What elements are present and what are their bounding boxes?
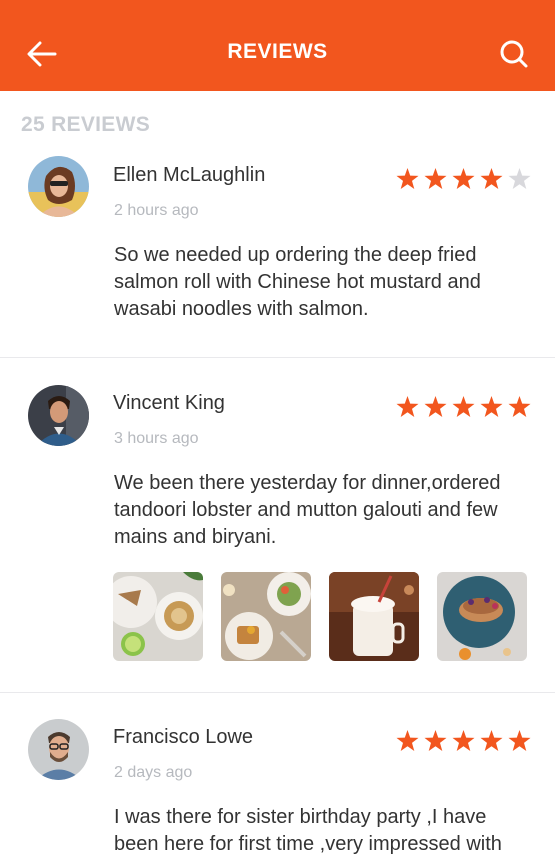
review-time: 2 days ago	[114, 764, 193, 781]
review-text: So we needed up ordering the deep fried …	[114, 244, 481, 320]
star-filled-icon	[396, 168, 419, 189]
star-filled-icon	[480, 396, 503, 417]
star-rating	[396, 168, 531, 190]
divider	[0, 692, 555, 693]
star-filled-icon	[452, 396, 475, 417]
star-filled-icon	[396, 730, 419, 751]
review-text: I was there for sister birthday party ,I…	[114, 806, 502, 855]
review-text: We been there yesterday for dinner,order…	[114, 472, 501, 548]
star-filled-icon	[424, 168, 447, 189]
page-title: REVIEWS	[227, 40, 328, 63]
reviews-count: 25 REVIEWS	[21, 113, 151, 136]
star-filled-icon	[452, 168, 475, 189]
search-button[interactable]	[498, 38, 530, 70]
star-rating	[396, 730, 531, 752]
avatar[interactable]	[28, 156, 89, 217]
star-filled-icon	[480, 730, 503, 751]
reviewer-name: Francisco Lowe	[113, 726, 254, 748]
star-filled-icon	[396, 396, 419, 417]
review-time: 3 hours ago	[114, 430, 199, 447]
reviewer-name: Vincent King	[113, 392, 225, 414]
star-filled-icon	[424, 396, 447, 417]
reviewer-name: Ellen McLaughlin	[113, 164, 266, 186]
milkshake-photo[interactable]	[329, 572, 419, 661]
app-header: REVIEWS	[0, 0, 555, 91]
divider	[0, 357, 555, 358]
star-filled-icon	[508, 396, 531, 417]
search-icon	[500, 40, 528, 68]
review-photos	[113, 572, 527, 661]
star-empty-icon	[508, 168, 531, 189]
review-time: 2 hours ago	[114, 202, 199, 219]
coffee-and-snacks-photo[interactable]	[113, 572, 203, 661]
brunch-plates-photo[interactable]	[221, 572, 311, 661]
star-filled-icon	[508, 730, 531, 751]
avatar[interactable]	[28, 719, 89, 780]
star-filled-icon	[452, 730, 475, 751]
avatar[interactable]	[28, 385, 89, 446]
pancake-plate-photo[interactable]	[437, 572, 527, 661]
star-filled-icon	[480, 168, 503, 189]
star-filled-icon	[424, 730, 447, 751]
star-rating	[396, 396, 531, 418]
